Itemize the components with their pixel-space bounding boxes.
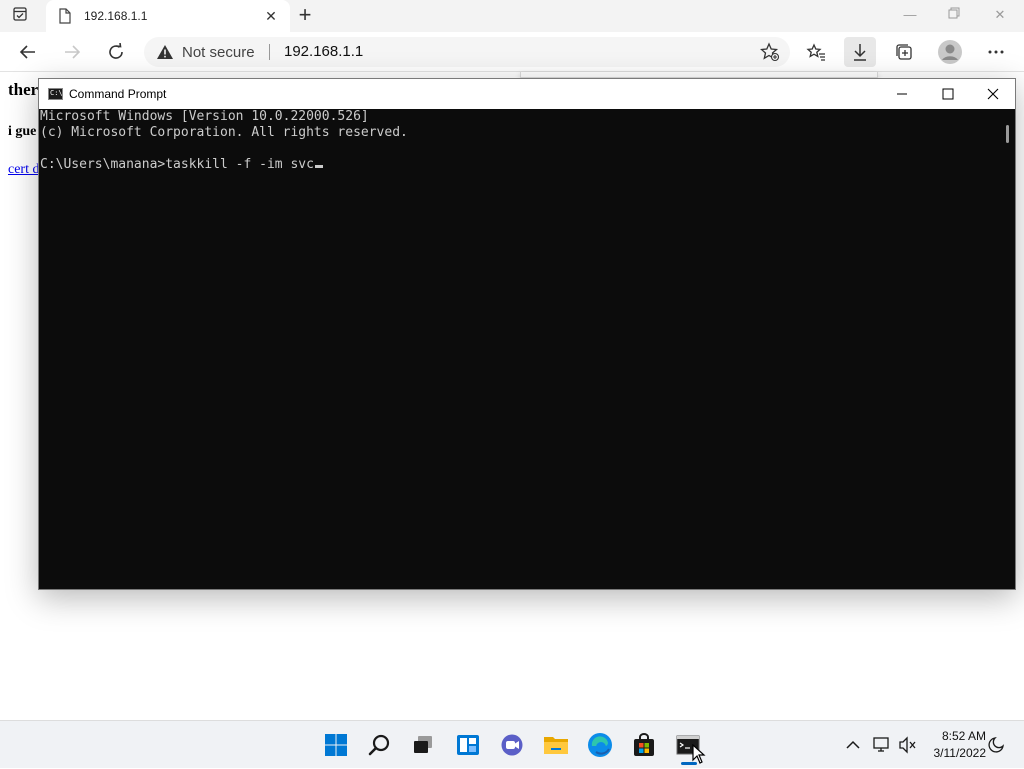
back-icon[interactable]	[14, 38, 42, 66]
store-icon[interactable]	[625, 727, 663, 763]
new-tab-icon[interactable]: +	[292, 4, 318, 28]
console-line: Microsoft Windows [Version 10.0.22000.52…	[40, 109, 369, 124]
security-label[interactable]: Not secure	[182, 44, 255, 61]
collections-icon[interactable]	[890, 38, 918, 66]
cmd-maximize-icon[interactable]	[925, 79, 971, 109]
minimize-icon[interactable]: —	[890, 4, 930, 26]
browser-tab[interactable]: 192.168.1.1 ✕	[46, 0, 290, 32]
taskbar: 8:52 AM 3/11/2022	[0, 720, 1024, 768]
task-view-icon[interactable]	[404, 727, 442, 763]
notification-icon[interactable]	[988, 735, 1006, 758]
tab-actions-icon[interactable]	[12, 6, 36, 26]
cmd-console[interactable]: Microsoft Windows [Version 10.0.22000.52…	[39, 109, 999, 589]
browser-toolbar: Not secure 192.168.1.1	[0, 32, 1024, 72]
close-icon[interactable]: ✕	[980, 4, 1020, 26]
page-heading: ther	[8, 80, 39, 99]
widgets-icon[interactable]	[449, 727, 487, 763]
page-subheading: i gue	[8, 124, 37, 139]
network-icon[interactable]	[872, 736, 892, 759]
favorites-icon[interactable]	[802, 38, 830, 66]
cmd-close-icon[interactable]	[970, 79, 1016, 109]
console-line: (c) Microsoft Corporation. All rights re…	[40, 125, 408, 140]
mouse-pointer-icon	[692, 743, 706, 769]
warning-icon[interactable]	[156, 44, 174, 65]
chevron-up-icon[interactable]	[843, 735, 863, 755]
text-cursor	[314, 165, 323, 168]
cmd-window-title: Command Prompt	[69, 87, 167, 101]
cmd-app-icon: C:\	[48, 88, 63, 100]
restore-icon[interactable]	[934, 4, 974, 26]
downloads-icon[interactable]	[844, 37, 876, 67]
address-bar[interactable]: Not secure 192.168.1.1	[144, 37, 790, 67]
chat-icon[interactable]	[493, 727, 531, 763]
clock-date[interactable]: 3/11/2022	[926, 746, 987, 760]
profile-avatar[interactable]	[936, 38, 964, 66]
search-icon[interactable]	[361, 727, 399, 763]
volume-icon[interactable]	[898, 736, 918, 759]
tab-strip: 192.168.1.1 ✕ + — ✕	[0, 0, 1024, 32]
page-icon	[58, 8, 72, 29]
command-prompt-window[interactable]: C:\ Command Prompt Microsoft Windows [Ve…	[38, 78, 1016, 590]
tab-title: 192.168.1.1	[84, 9, 148, 23]
more-menu-icon[interactable]	[982, 38, 1010, 66]
clock-time[interactable]: 8:52 AM	[930, 729, 986, 743]
file-explorer-icon[interactable]	[537, 727, 575, 763]
forward-icon[interactable]	[58, 38, 86, 66]
cmd-minimize-icon[interactable]	[879, 79, 925, 109]
refresh-icon[interactable]	[102, 38, 130, 66]
add-favorite-icon[interactable]	[759, 42, 780, 67]
start-icon[interactable]	[317, 727, 355, 763]
edge-icon[interactable]	[581, 727, 619, 763]
page-link[interactable]: cert d	[8, 162, 39, 178]
cmd-scroll-thumb[interactable]	[1006, 125, 1009, 143]
console-input[interactable]: C:\Users\manana>taskkill -f -im svc	[40, 157, 314, 172]
tab-close-icon[interactable]: ✕	[262, 7, 280, 25]
console-prompt-line[interactable]: C:\Users\manana>taskkill -f -im svc	[40, 157, 999, 173]
cmd-titlebar[interactable]: C:\ Command Prompt	[39, 79, 1015, 109]
address-divider	[269, 44, 270, 60]
url-text[interactable]: 192.168.1.1	[284, 43, 363, 60]
cmd-scrollbar[interactable]	[999, 109, 1015, 589]
